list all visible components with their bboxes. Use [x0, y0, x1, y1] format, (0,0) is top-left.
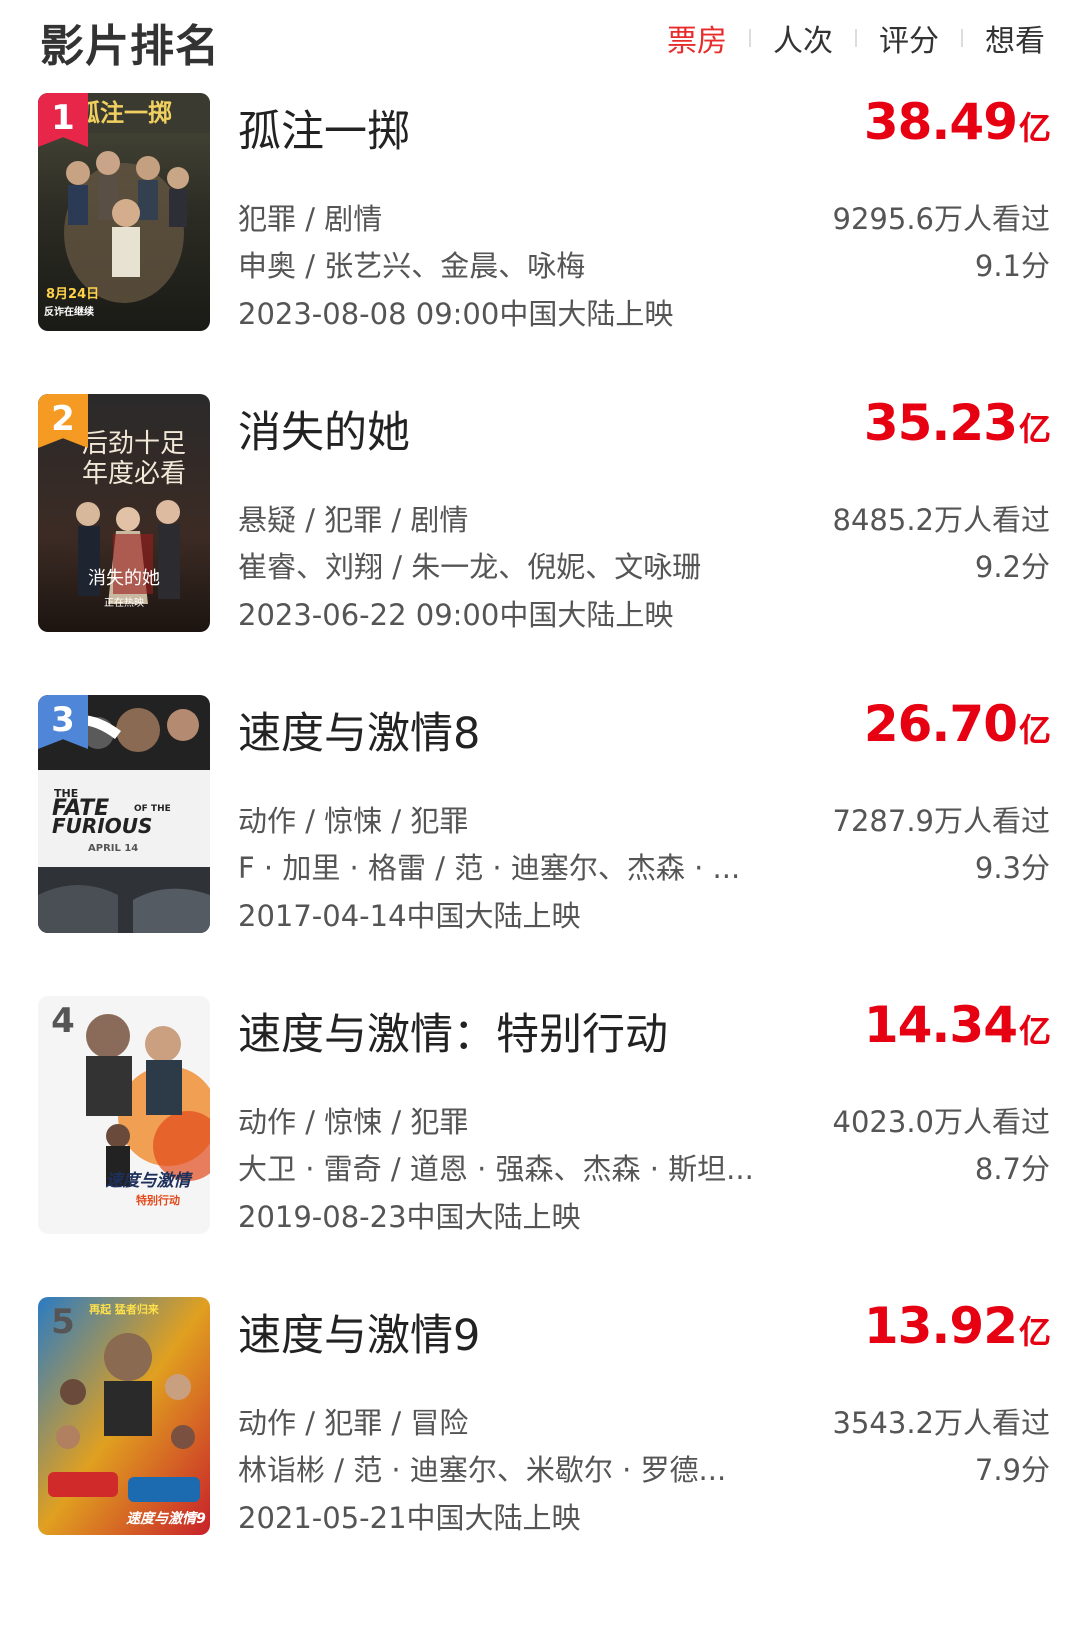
- tab-boxoffice[interactable]: 票房: [667, 16, 727, 60]
- movie-cast: 申奥 / 张艺兴、金晨、咏梅: [238, 249, 586, 283]
- movie-genre: 犯罪 / 剧情: [238, 202, 383, 236]
- svg-text:正在热映: 正在热映: [104, 596, 144, 609]
- movie-score: 7.9分: [974, 1453, 1050, 1487]
- tab-divider: [961, 29, 963, 47]
- movie-cast: 大卫 · 雷奇 / 道恩 · 强森、杰森 · 斯坦...: [238, 1152, 754, 1186]
- movie-score: 8.7分: [974, 1152, 1050, 1186]
- boxoffice-value: 35.23亿: [863, 394, 1051, 452]
- svg-text:特别行动: 特别行动: [136, 1193, 180, 1207]
- release-date: 2019-08-23中国大陆上映: [238, 1200, 581, 1234]
- svg-text:APRIL 14: APRIL 14: [88, 843, 138, 854]
- movie-title[interactable]: 消失的她: [238, 398, 410, 460]
- movie-title[interactable]: 速度与激情：特别行动: [238, 1000, 668, 1062]
- tab-want-to-see[interactable]: 想看: [985, 16, 1045, 60]
- release-date: 2023-08-08 09:00中国大陆上映: [238, 297, 674, 331]
- svg-text:后劲十足: 后劲十足: [82, 429, 186, 459]
- svg-text:OF THE: OF THE: [134, 804, 171, 814]
- svg-text:FURIOUS: FURIOUS: [52, 814, 152, 838]
- tab-divider: [749, 29, 751, 47]
- movie-item[interactable]: 后劲十足 年度必看 消失的她 正在热映 2 消失的她 35.23亿 悬疑 / 犯…: [0, 394, 1080, 634]
- svg-text:8月24日: 8月24日: [46, 287, 99, 302]
- tab-score[interactable]: 评分: [879, 16, 939, 60]
- viewer-count: 3543.2万人看过: [832, 1406, 1050, 1440]
- header: 影片排名 票房 人次 评分 想看: [0, 0, 1080, 84]
- svg-text:再起 猛者归来: 再起 猛者归来: [89, 1302, 160, 1316]
- release-date: 2021-05-21中国大陆上映: [238, 1501, 581, 1535]
- tab-viewers[interactable]: 人次: [773, 16, 833, 60]
- svg-text:消失的她: 消失的她: [88, 568, 160, 589]
- movie-item[interactable]: 速度与激情 特别行动 4 速度与激情：特别行动 14.34亿 动作 / 惊悚 /…: [0, 996, 1080, 1236]
- svg-text:年度必看: 年度必看: [82, 459, 186, 489]
- tab-divider: [855, 29, 857, 47]
- movie-genre: 动作 / 犯罪 / 冒险: [238, 1406, 469, 1440]
- movie-genre: 悬疑 / 犯罪 / 剧情: [238, 503, 469, 537]
- svg-text:孤注一掷: 孤注一掷: [76, 98, 172, 127]
- boxoffice-value: 13.92亿: [863, 1297, 1051, 1355]
- svg-text:速度与激情9: 速度与激情9: [126, 1510, 206, 1527]
- movie-item[interactable]: 再起 猛者归来 速度与激情9 5 速度与激情9 13.92亿 动作 / 犯罪 /…: [0, 1297, 1080, 1537]
- movie-cast: 崔睿、刘翔 / 朱一龙、倪妮、文咏珊: [238, 550, 702, 584]
- movie-title[interactable]: 速度与激情8: [238, 699, 480, 761]
- release-date: 2023-06-22 09:00中国大陆上映: [238, 598, 674, 632]
- movie-item[interactable]: 孤注一掷 8月24日 反诈在继续 1 孤注一掷 38.49亿 犯罪 / 剧情 申…: [0, 93, 1080, 333]
- rank-badge: 5: [51, 1302, 75, 1342]
- movie-poster[interactable]: 速度与激情 特别行动 4: [38, 996, 210, 1234]
- movie-score: 9.1分: [974, 249, 1050, 283]
- svg-text:速度与激情: 速度与激情: [106, 1171, 194, 1191]
- boxoffice-value: 26.70亿: [863, 695, 1051, 753]
- svg-text:反诈在继续: 反诈在继续: [44, 305, 94, 318]
- movie-score: 9.2分: [974, 550, 1050, 584]
- movie-poster[interactable]: 孤注一掷 8月24日 反诈在继续 1: [38, 93, 210, 331]
- movie-item[interactable]: THE FATE OF THE FURIOUS APRIL 14 3 速度与激情…: [0, 695, 1080, 935]
- viewer-count: 7287.9万人看过: [832, 804, 1050, 838]
- movie-title[interactable]: 孤注一掷: [238, 97, 410, 159]
- page-title: 影片排名: [40, 21, 220, 72]
- sort-tabs: 票房 人次 评分 想看: [667, 16, 1045, 60]
- movie-poster[interactable]: 后劲十足 年度必看 消失的她 正在热映 2: [38, 394, 210, 632]
- release-date: 2017-04-14中国大陆上映: [238, 899, 581, 933]
- movie-cast: 林诣彬 / 范 · 迪塞尔、米歇尔 · 罗德...: [238, 1453, 727, 1487]
- movie-title[interactable]: 速度与激情9: [238, 1301, 480, 1363]
- movie-poster[interactable]: THE FATE OF THE FURIOUS APRIL 14 3: [38, 695, 210, 933]
- movie-cast: F · 加里 · 格雷 / 范 · 迪塞尔、杰森 · ...: [238, 851, 741, 885]
- boxoffice-value: 38.49亿: [863, 93, 1051, 151]
- rank-badge: 4: [51, 1001, 75, 1041]
- movie-genre: 动作 / 惊悚 / 犯罪: [238, 804, 469, 838]
- movie-genre: 动作 / 惊悚 / 犯罪: [238, 1105, 469, 1139]
- boxoffice-value: 14.34亿: [863, 996, 1051, 1054]
- movie-score: 9.3分: [974, 851, 1050, 885]
- viewer-count: 4023.0万人看过: [832, 1105, 1050, 1139]
- movie-poster[interactable]: 再起 猛者归来 速度与激情9 5: [38, 1297, 210, 1535]
- viewer-count: 8485.2万人看过: [832, 503, 1050, 537]
- viewer-count: 9295.6万人看过: [832, 202, 1050, 236]
